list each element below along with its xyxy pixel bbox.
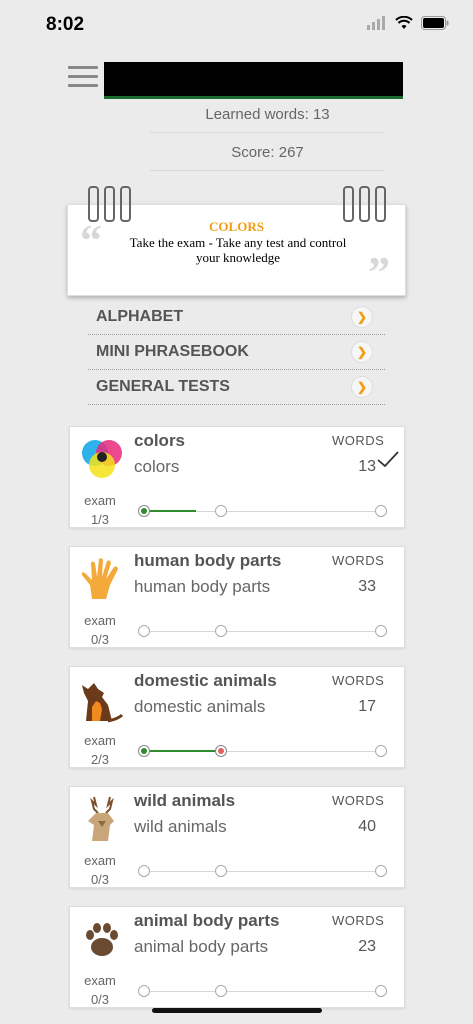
topic-card-animal-body-parts[interactable]: animal body parts animal body parts WORD… bbox=[69, 906, 405, 1008]
hamburger-menu-icon[interactable] bbox=[68, 66, 98, 90]
exam-count: 0/3 bbox=[90, 992, 110, 1007]
status-bar: 8:02 bbox=[0, 0, 473, 52]
progress-dot-2 bbox=[215, 985, 227, 997]
progress-track bbox=[143, 871, 381, 872]
card-title: wild animals bbox=[134, 791, 236, 810]
divider bbox=[150, 170, 385, 171]
progress-dot-3 bbox=[375, 505, 387, 517]
topic-card-wild-animals[interactable]: wild animals wild animals WORDS 40 exam … bbox=[69, 786, 405, 888]
exam-count: 0/3 bbox=[90, 872, 110, 887]
dog-cat-icon bbox=[82, 683, 124, 723]
words-count: 13 bbox=[358, 458, 376, 475]
spiral-ring-icon bbox=[375, 186, 386, 222]
menu-item-general-tests[interactable]: GENERAL TESTS ❯ bbox=[88, 370, 385, 405]
topic-card-colors[interactable]: colors colors WORDS 13 exam 1/3 bbox=[69, 426, 405, 528]
words-label: WORDS bbox=[332, 793, 385, 808]
words-count: 17 bbox=[358, 698, 376, 715]
spiral-ring-icon bbox=[104, 186, 115, 222]
words-count: 23 bbox=[358, 938, 376, 955]
tip-title: COLORS bbox=[209, 219, 264, 234]
progress-dot-1 bbox=[138, 505, 150, 517]
home-indicator bbox=[152, 1008, 322, 1013]
progress-fill bbox=[143, 510, 196, 512]
close-quote-icon: ” bbox=[368, 248, 390, 297]
progress-dot-1 bbox=[138, 985, 150, 997]
menu-item-alphabet[interactable]: ALPHABET ❯ bbox=[88, 300, 385, 335]
menu-item-label: GENERAL TESTS bbox=[96, 378, 230, 395]
progress-dot-2 bbox=[215, 505, 227, 517]
topic-card-human-body-parts[interactable]: human body parts human body parts WORDS … bbox=[69, 546, 405, 648]
exam-progress: exam 0/3 bbox=[70, 611, 130, 649]
progress-dot-2 bbox=[215, 625, 227, 637]
progress-dot-3 bbox=[375, 625, 387, 637]
signal-icon bbox=[367, 16, 385, 30]
exam-progress: exam 2/3 bbox=[70, 731, 130, 769]
chevron-right-icon: ❯ bbox=[351, 306, 373, 328]
exam-progress: exam 1/3 bbox=[70, 491, 130, 529]
exam-label: exam bbox=[84, 973, 116, 988]
battery-icon bbox=[421, 16, 449, 30]
card-title: human body parts bbox=[134, 551, 282, 570]
progress-dot-1 bbox=[138, 625, 150, 637]
card-title: animal body parts bbox=[134, 911, 280, 930]
exam-progress: exam 0/3 bbox=[70, 851, 130, 889]
words-count: 40 bbox=[358, 818, 376, 835]
divider bbox=[150, 132, 385, 133]
words-label: WORDS bbox=[332, 553, 385, 568]
words-label: WORDS bbox=[332, 913, 385, 928]
tip-card: “ COLORS Take the exam - Take any test a… bbox=[67, 204, 406, 297]
menu-item-label: MINI PHRASEBOOK bbox=[96, 343, 249, 360]
exam-count: 1/3 bbox=[90, 512, 110, 527]
words-count: 33 bbox=[358, 578, 376, 595]
progress-dot-2 bbox=[215, 865, 227, 877]
progress-track bbox=[143, 991, 381, 992]
card-subtitle: animal body parts bbox=[134, 937, 269, 956]
progress-dot-1 bbox=[138, 745, 150, 757]
progress-dot-3 bbox=[375, 745, 387, 757]
progress-dot-2 bbox=[215, 745, 227, 757]
card-title: colors bbox=[134, 431, 186, 450]
exam-count: 2/3 bbox=[90, 752, 110, 767]
progress-dot-3 bbox=[375, 985, 387, 997]
color-wheel-icon bbox=[82, 440, 122, 478]
deer-icon bbox=[88, 796, 114, 841]
menu-item-label: ALPHABET bbox=[96, 308, 184, 325]
exam-label: exam bbox=[84, 853, 116, 868]
section-menu: ALPHABET ❯ MINI PHRASEBOOK ❯ GENERAL TES… bbox=[88, 300, 385, 405]
exam-label: exam bbox=[84, 493, 116, 508]
ad-banner[interactable] bbox=[104, 62, 403, 99]
exam-count: 0/3 bbox=[90, 632, 110, 647]
status-time: 8:02 bbox=[46, 14, 85, 35]
checkmark-icon bbox=[377, 451, 399, 468]
topic-card-domestic-animals[interactable]: domestic animals domestic animals WORDS … bbox=[69, 666, 405, 768]
progress-track bbox=[143, 631, 381, 632]
menu-item-mini-phrasebook[interactable]: MINI PHRASEBOOK ❯ bbox=[88, 335, 385, 370]
progress-fill bbox=[143, 750, 220, 752]
score-label: Score: 267 bbox=[231, 144, 304, 161]
spiral-ring-icon bbox=[343, 186, 354, 222]
hand-icon bbox=[81, 558, 118, 599]
card-subtitle: wild animals bbox=[134, 817, 227, 836]
progress-dot-3 bbox=[375, 865, 387, 877]
words-label: WORDS bbox=[332, 433, 385, 448]
card-subtitle: human body parts bbox=[134, 577, 271, 596]
chevron-right-icon: ❯ bbox=[351, 376, 373, 398]
wifi-icon bbox=[395, 16, 413, 29]
status-icons bbox=[367, 16, 449, 30]
card-subtitle: domestic animals bbox=[134, 697, 266, 716]
exam-label: exam bbox=[84, 733, 116, 748]
spiral-ring-icon bbox=[359, 186, 370, 222]
spiral-ring-icon bbox=[88, 186, 99, 222]
words-label: WORDS bbox=[332, 673, 385, 688]
progress-dot-1 bbox=[138, 865, 150, 877]
card-title: domestic animals bbox=[134, 671, 277, 690]
card-subtitle: colors bbox=[134, 457, 180, 476]
exam-progress: exam 0/3 bbox=[70, 971, 130, 1009]
tip-text: Take the exam - Take any test and contro… bbox=[129, 235, 347, 265]
learned-words-label: Learned words: 13 bbox=[205, 106, 330, 123]
chevron-right-icon: ❯ bbox=[351, 341, 373, 363]
paw-icon bbox=[86, 923, 118, 956]
exam-label: exam bbox=[84, 613, 116, 628]
spiral-ring-icon bbox=[120, 186, 131, 222]
